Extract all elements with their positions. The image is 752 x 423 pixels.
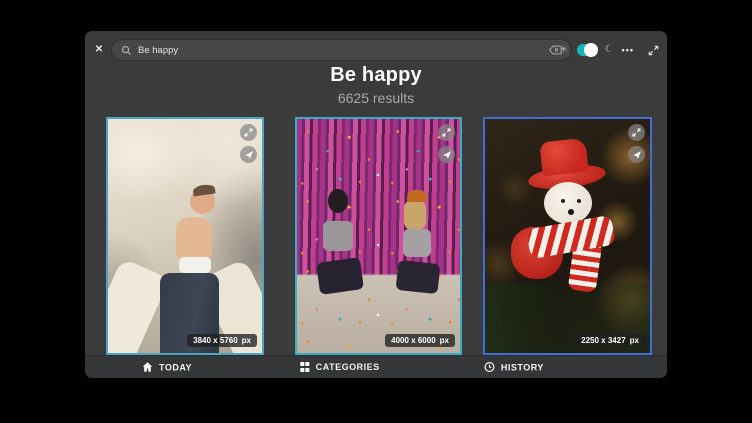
resolution-unit: px: [440, 336, 449, 345]
nav-tab-today[interactable]: TODAY: [142, 362, 192, 373]
home-icon: [142, 362, 153, 373]
expand-wallpaper-button[interactable]: [240, 124, 257, 141]
wallpaper-app-window: ✕ ☀ ☾ ••• Be happy 6625 results: [85, 31, 667, 378]
nav-label: CATEGORIES: [316, 362, 380, 372]
send-icon: [244, 150, 254, 160]
resolution-value: 4000 x 6000: [391, 336, 436, 345]
results-count: 6625 results: [85, 90, 667, 106]
wallpaper-thumbnail: [485, 119, 650, 353]
resolution-badge: 4000 x 6000 px: [385, 334, 455, 347]
expand-icon: [442, 128, 451, 137]
nav-tab-history[interactable]: HISTORY: [484, 362, 544, 373]
resolution-unit: px: [242, 336, 251, 345]
dark-theme-icon[interactable]: ☾: [605, 45, 614, 55]
resolution-badge: 2250 x 3427 px: [575, 334, 645, 347]
apply-wallpaper-button[interactable]: [240, 146, 257, 163]
wallpaper-card-snowman[interactable]: 2250 x 3427 px: [483, 117, 652, 355]
close-button[interactable]: ✕: [91, 41, 107, 57]
categories-grid-icon: [300, 362, 310, 372]
history-clock-icon: [484, 362, 495, 373]
topbar-controls: ☀ ☾ •••: [559, 39, 659, 61]
send-icon: [632, 150, 642, 160]
theme-toggle[interactable]: [577, 44, 597, 56]
expand-icon: [244, 128, 253, 137]
expand-icon: [632, 128, 641, 137]
apply-wallpaper-button[interactable]: [438, 146, 455, 163]
nav-tab-categories[interactable]: CATEGORIES: [300, 362, 379, 372]
nav-label: HISTORY: [501, 362, 544, 372]
resolution-value: 2250 x 3427: [581, 336, 626, 345]
search-input[interactable]: [138, 45, 543, 56]
light-theme-icon[interactable]: ☀: [559, 45, 569, 56]
page-title: Be happy: [85, 64, 667, 87]
resolution-unit: px: [630, 336, 639, 345]
resolution-badge: 3840 x 5760 px: [187, 334, 257, 347]
close-icon: ✕: [95, 44, 103, 55]
wallpaper-thumbnail: [108, 119, 262, 353]
resolution-value: 3840 x 5760: [193, 336, 238, 345]
wallpaper-card-confetti[interactable]: 4000 x 6000 px: [295, 117, 462, 355]
search-icon: [121, 45, 132, 56]
bottom-navbar: TODAY CATEGORIES HISTORY: [85, 355, 667, 378]
nav-label: TODAY: [159, 362, 192, 372]
toggle-knob: [584, 43, 598, 57]
wallpaper-card-baby[interactable]: 3840 x 5760 px: [106, 117, 264, 355]
fullscreen-icon[interactable]: [648, 45, 659, 56]
expand-wallpaper-button[interactable]: [628, 124, 645, 141]
search-bar[interactable]: [111, 39, 572, 61]
overflow-menu-icon[interactable]: •••: [622, 45, 634, 55]
apply-wallpaper-button[interactable]: [628, 146, 645, 163]
send-icon: [442, 150, 452, 160]
expand-wallpaper-button[interactable]: [438, 124, 455, 141]
desktop-background: ✕ ☀ ☾ ••• Be happy 6625 results: [0, 0, 752, 423]
wallpaper-thumbnail: [297, 119, 460, 353]
